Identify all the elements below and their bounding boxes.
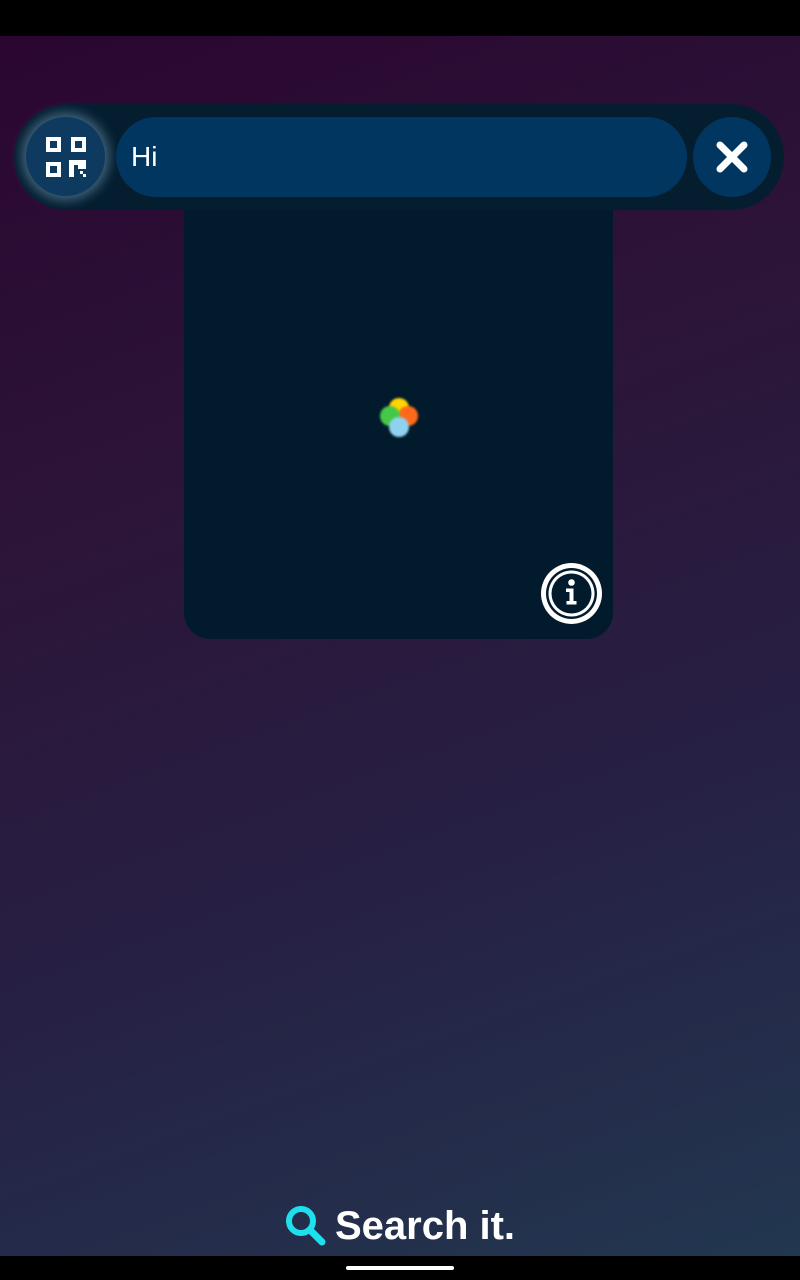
status-bar [0,0,800,36]
search-icon [285,1206,326,1246]
qr-code-icon [45,136,86,177]
search-input[interactable] [116,117,687,197]
close-icon [716,141,748,173]
tagline: Search it. [0,1196,800,1256]
tagline-text: Search it. [334,1203,516,1248]
loader-dot-blue [389,417,409,437]
loading-dots-icon [376,395,422,441]
info-button[interactable] [541,563,602,624]
close-button[interactable] [693,117,771,197]
qr-scan-button[interactable] [26,117,105,196]
info-icon [546,568,597,619]
app-screen: Search it. [0,0,800,1280]
home-indicator[interactable] [346,1266,454,1270]
